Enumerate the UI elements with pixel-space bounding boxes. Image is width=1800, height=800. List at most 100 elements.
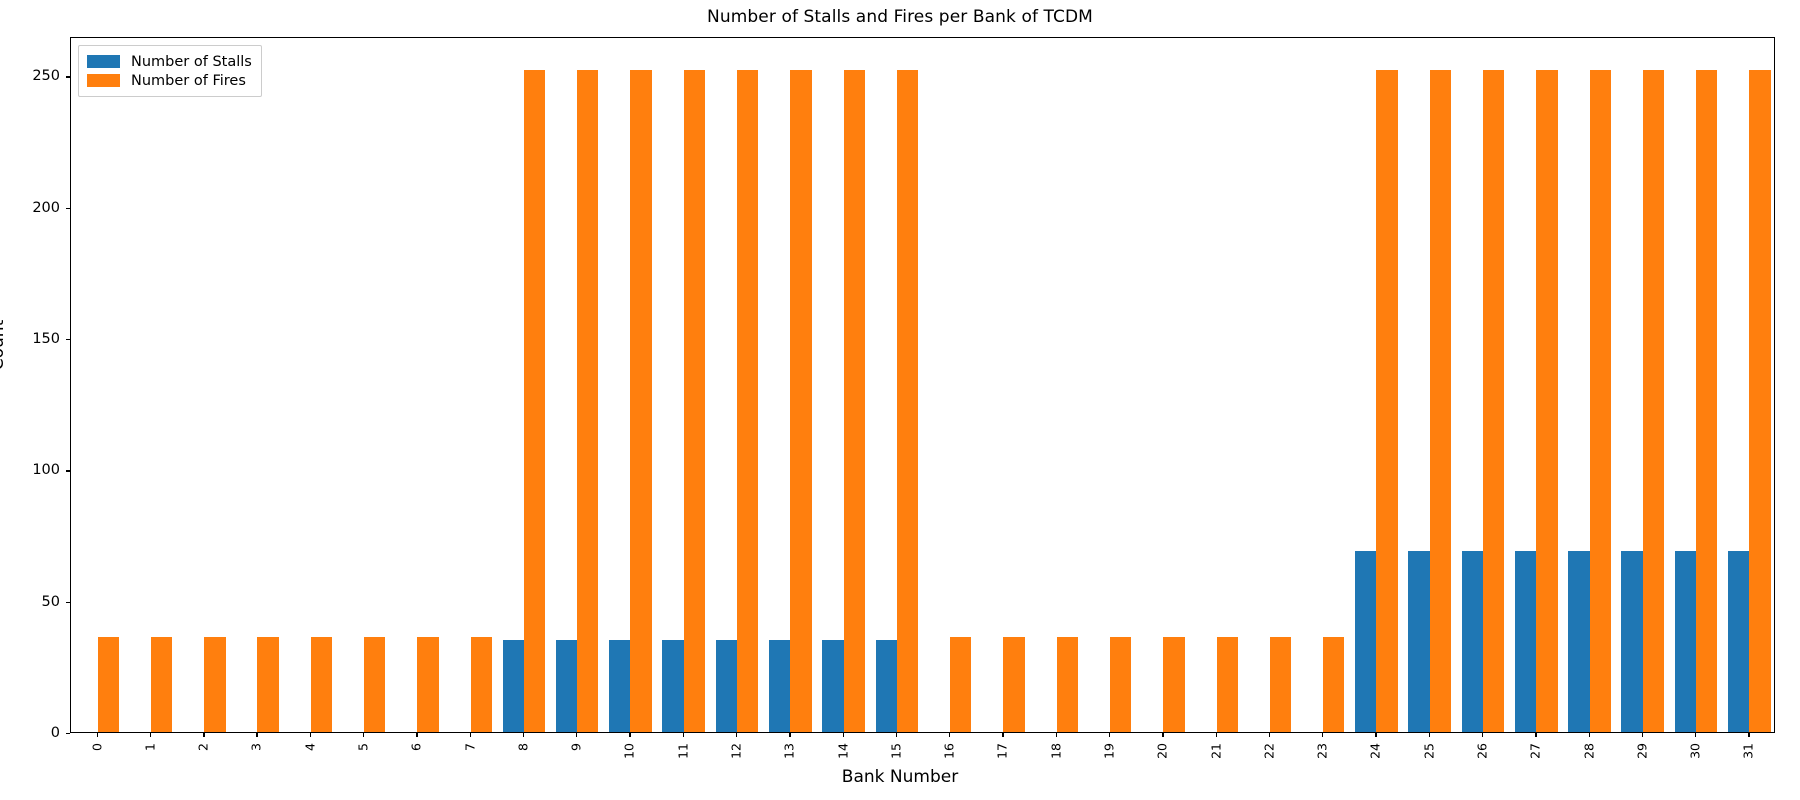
x-tick-label: 17: [994, 743, 1010, 759]
y-tick-label: 50: [41, 593, 60, 610]
chart-legend: Number of Stalls Number of Fires: [78, 45, 262, 97]
x-tick-label: 30: [1687, 743, 1703, 759]
bar-stalls-14: [822, 640, 844, 732]
x-tick-label: 29: [1634, 743, 1650, 759]
x-tick-label: 24: [1367, 743, 1383, 759]
legend-swatch-stalls-icon: [87, 55, 120, 68]
bars-layer: [71, 38, 1774, 732]
bar-fires-19: [1109, 637, 1132, 732]
bar-fires-16: [950, 637, 972, 732]
legend-label-fires: Number of Fires: [131, 72, 246, 89]
y-tick-label: 150: [32, 331, 60, 348]
bar-fires-17: [1003, 637, 1025, 732]
bar-fires-22: [1269, 637, 1292, 732]
bar-stalls-31: [1728, 550, 1750, 732]
x-tick-label: 23: [1314, 743, 1330, 759]
y-tick-label: 200: [32, 199, 60, 216]
x-tick-label: 7: [462, 743, 478, 751]
bar-stalls-15: [875, 640, 897, 732]
bar-stalls-11: [662, 640, 684, 732]
bar-fires-8: [523, 70, 546, 732]
legend-item-stalls: Number of Stalls: [87, 52, 252, 71]
bar-fires-23: [1323, 637, 1345, 732]
x-tick-mark: [1748, 733, 1750, 737]
x-tick-label: 10: [621, 743, 637, 759]
y-tick-label: 100: [32, 462, 60, 479]
y-tick-mark: [66, 733, 70, 735]
bar-fires-13: [790, 70, 812, 732]
chart-title: Number of Stalls and Fires per Bank of T…: [707, 7, 1093, 27]
bar-stalls-27: [1514, 550, 1537, 732]
x-tick-mark: [1002, 733, 1004, 737]
bar-stalls-25: [1408, 550, 1430, 732]
x-tick-mark: [629, 733, 631, 737]
y-tick-label: 0: [50, 725, 60, 741]
x-tick-label: 18: [1048, 743, 1064, 759]
x-tick-label: 1: [142, 743, 158, 751]
x-tick-mark: [1055, 733, 1057, 737]
bar-fires-20: [1163, 637, 1185, 732]
x-tick-label: 12: [728, 743, 744, 759]
bar-fires-28: [1589, 70, 1611, 732]
bar-fires-1: [150, 637, 173, 732]
x-tick-label: 31: [1740, 743, 1756, 759]
chart-figure: Number of Stalls and Fires per Bank of T…: [0, 0, 1800, 800]
x-tick-mark: [1588, 733, 1590, 737]
x-tick-mark: [736, 733, 738, 737]
x-tick-mark: [1162, 733, 1164, 737]
bar-fires-10: [630, 70, 652, 732]
x-tick-mark: [895, 733, 898, 737]
legend-swatch-fires-icon: [87, 74, 120, 87]
bar-fires-29: [1642, 70, 1665, 732]
x-tick-label: 25: [1421, 743, 1437, 759]
x-tick-mark: [949, 733, 951, 737]
x-tick-mark: [1108, 733, 1111, 737]
x-tick-label: 15: [888, 743, 904, 759]
x-tick-mark: [1375, 733, 1377, 737]
x-tick-label: 9: [568, 743, 584, 751]
bar-stalls-12: [715, 640, 738, 732]
bar-fires-2: [204, 637, 226, 732]
x-tick-mark: [789, 733, 791, 737]
legend-label-stalls: Number of Stalls: [131, 53, 252, 70]
x-tick-label: 13: [781, 743, 797, 759]
plot-area: [70, 37, 1775, 733]
x-tick-mark: [416, 733, 418, 737]
x-tick-mark: [522, 733, 525, 737]
x-tick-mark: [1641, 733, 1644, 737]
bar-fires-31: [1749, 70, 1771, 732]
bar-fires-27: [1536, 70, 1558, 732]
y-tick-label: 250: [32, 68, 60, 85]
x-tick-label: 21: [1208, 743, 1224, 759]
bar-fires-7: [470, 637, 492, 732]
x-tick-label: 2: [195, 743, 211, 751]
x-tick-mark: [1535, 733, 1537, 737]
bar-stalls-9: [555, 640, 578, 732]
x-tick-label: 3: [248, 743, 264, 751]
x-tick-label: 19: [1101, 743, 1117, 759]
x-tick-label: 27: [1527, 743, 1543, 759]
x-axis-label: Bank Number: [841, 767, 959, 787]
bar-stalls-30: [1674, 550, 1697, 732]
x-tick-label: 16: [941, 743, 957, 759]
bar-stalls-8: [502, 640, 524, 732]
bar-stalls-29: [1621, 550, 1643, 732]
bar-fires-6: [417, 637, 439, 732]
x-tick-mark: [1322, 733, 1324, 737]
bar-fires-15: [896, 70, 919, 732]
bar-fires-0: [97, 637, 119, 732]
x-tick-mark: [1215, 733, 1217, 737]
bar-fires-9: [577, 70, 599, 732]
legend-item-fires: Number of Fires: [87, 71, 252, 90]
x-tick-label: 14: [835, 743, 851, 759]
bar-fires-11: [683, 70, 706, 732]
x-tick-label: 28: [1581, 743, 1597, 759]
bar-fires-14: [843, 70, 865, 732]
x-tick-mark: [256, 733, 258, 737]
x-tick-mark: [682, 733, 685, 737]
bar-fires-30: [1696, 70, 1718, 732]
bar-fires-4: [310, 637, 333, 732]
x-tick-label: 11: [675, 743, 691, 759]
bar-fires-21: [1216, 637, 1238, 732]
x-tick-label: 22: [1261, 743, 1277, 759]
